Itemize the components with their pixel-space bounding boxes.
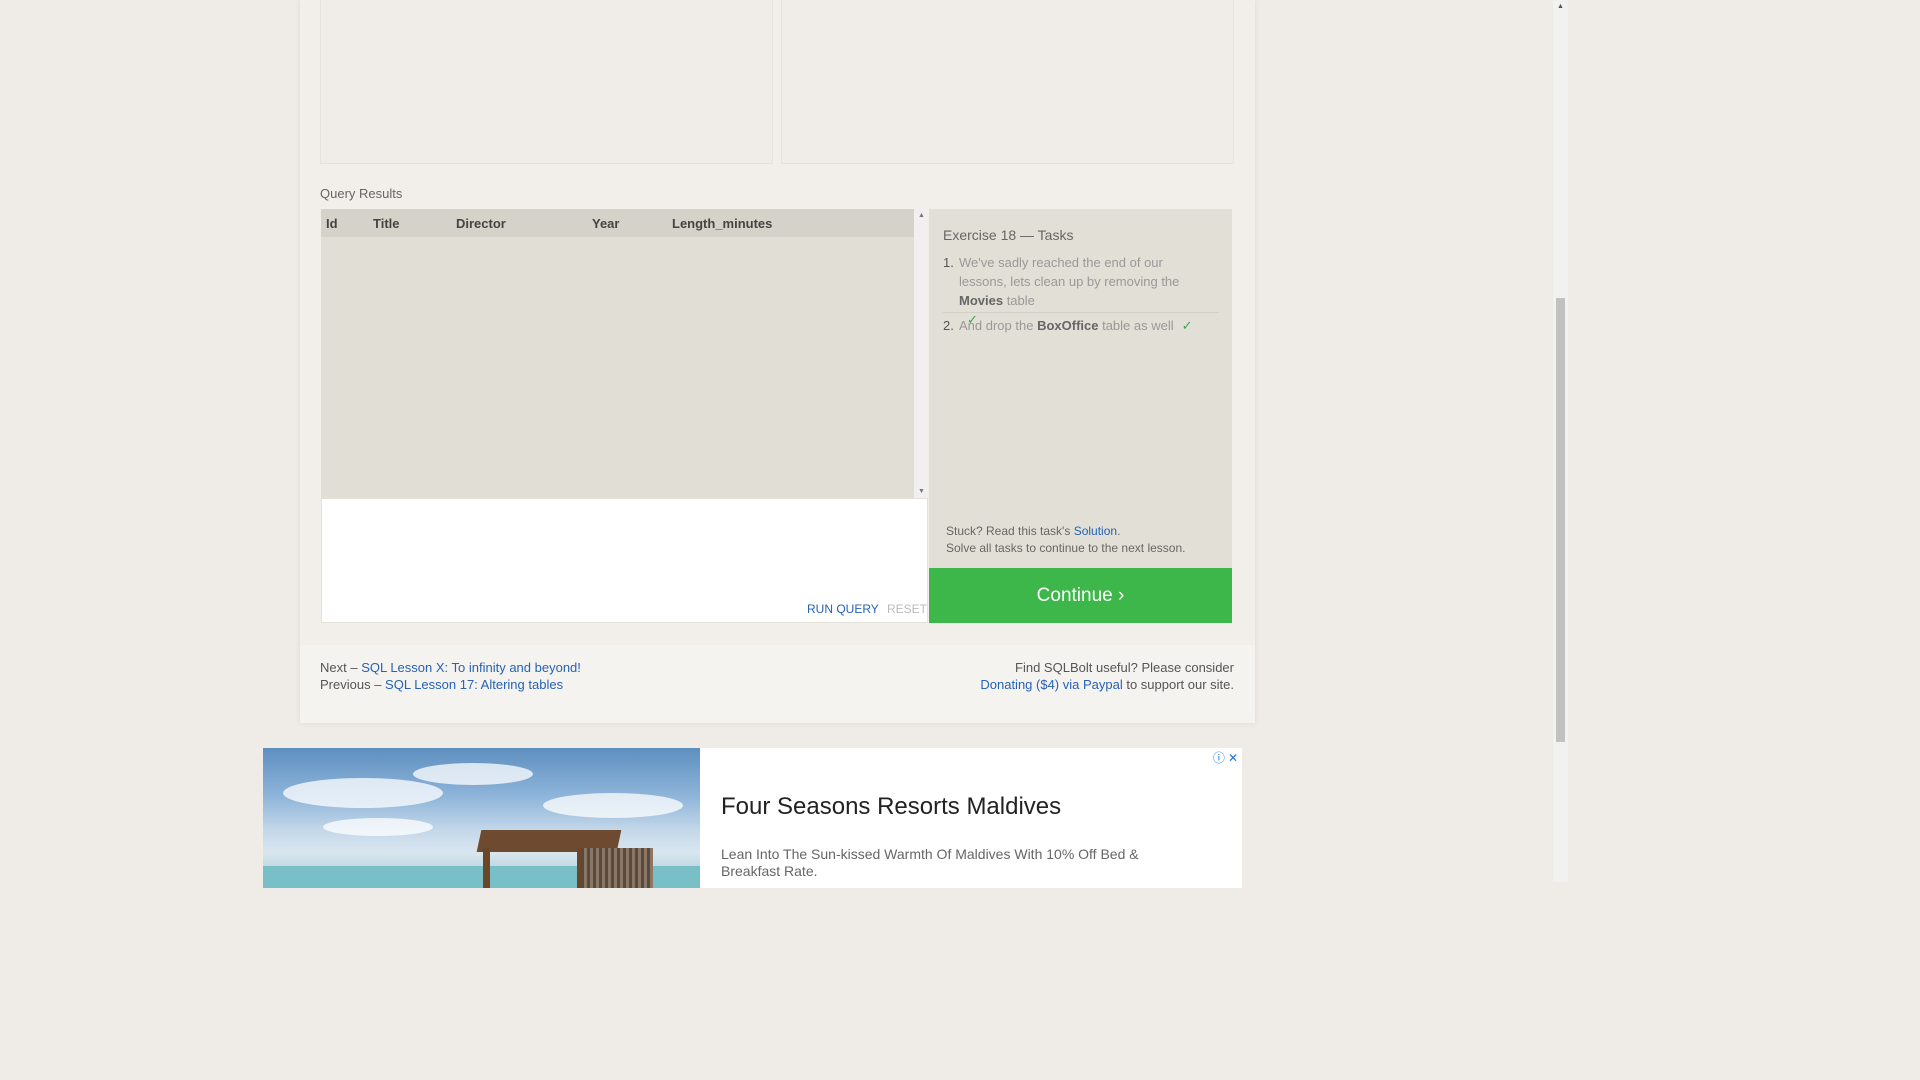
scroll-down-icon[interactable]: ▼ — [918, 488, 925, 495]
lesson-footer: Next – SQL Lesson X: To infinity and bey… — [300, 645, 1255, 723]
next-prefix: Next – — [320, 660, 362, 675]
task-text-suffix: table — [1003, 293, 1035, 308]
column-header-id: Id — [326, 216, 338, 231]
stuck-text: Stuck? Read this task's — [946, 524, 1074, 538]
ad-description[interactable]: Lean Into The Sun-kissed Warmth Of Maldi… — [721, 846, 1181, 880]
lesson-navigation: Next – SQL Lesson X: To infinity and bey… — [320, 659, 581, 693]
task-item-2: 2. And drop the BoxOffice table as well ✓ — [943, 316, 1213, 335]
donation-note: Find SQLBolt useful? Please consider Don… — [980, 659, 1234, 693]
task-number: 1. — [943, 255, 954, 270]
column-header-director: Director — [456, 216, 506, 231]
donate-suffix: to support our site. — [1122, 677, 1234, 692]
donate-link[interactable]: Donating ($4) via Paypal — [980, 677, 1122, 692]
stuck-hint: Stuck? Read this task's Solution. Solve … — [946, 523, 1185, 557]
continue-button[interactable]: Continue › — [929, 568, 1232, 623]
task-table-name: BoxOffice — [1037, 318, 1099, 333]
schema-table-pane-right — [781, 0, 1234, 164]
sql-editor[interactable]: RUN QUERY RESET — [321, 498, 928, 623]
page-scrollbar[interactable]: ▲ — [1553, 0, 1568, 882]
lesson-card: Query Results Id Title Director Year Len… — [300, 0, 1255, 723]
task-table-name: Movies — [959, 293, 1004, 308]
page-scroll-up-icon[interactable]: ▲ — [1557, 3, 1564, 10]
advertisement[interactable]: Four Seasons Resorts Maldives Lean Into … — [263, 748, 1242, 888]
info-icon[interactable]: ⓘ — [1213, 751, 1225, 765]
tasks-title: Exercise 18 — Tasks — [943, 227, 1074, 243]
ad-title[interactable]: Four Seasons Resorts Maldives — [721, 793, 1061, 821]
task-text: And drop the — [959, 318, 1038, 333]
solve-all-text: Solve all tasks to continue to the next … — [946, 541, 1186, 555]
ad-image[interactable] — [263, 748, 700, 888]
previous-lesson-link[interactable]: SQL Lesson 17: Altering tables — [385, 677, 563, 692]
ad-controls: ⓘ ✕ — [1210, 749, 1238, 766]
previous-prefix: Previous – — [320, 677, 386, 692]
page-scroll-thumb[interactable] — [1556, 298, 1565, 742]
solution-link[interactable]: Solution — [1074, 524, 1117, 538]
column-header-title: Title — [373, 216, 400, 231]
task-text: We've sadly reached the end of our lesso… — [959, 255, 1180, 289]
close-icon[interactable]: ✕ — [1228, 751, 1238, 765]
useful-text: Find SQLBolt useful? Please consider — [1015, 660, 1234, 675]
reset-button[interactable]: RESET — [887, 602, 927, 616]
task-number: 2. — [943, 318, 954, 333]
column-header-year: Year — [592, 216, 620, 231]
run-query-button[interactable]: RUN QUERY — [807, 602, 879, 616]
task-text-suffix: table as well — [1098, 318, 1174, 333]
results-scrollbar[interactable]: ▲ ▼ — [914, 209, 928, 498]
check-icon: ✓ — [1181, 318, 1193, 333]
query-results-label: Query Results — [320, 186, 403, 201]
column-header-length: Length_minutes — [672, 216, 773, 231]
stuck-period: . — [1117, 524, 1121, 538]
query-results-table: Id Title Director Year Length_minutes — [321, 209, 914, 498]
next-lesson-link[interactable]: SQL Lesson X: To infinity and beyond! — [361, 660, 581, 675]
results-header-row: Id Title Director Year Length_minutes — [321, 209, 914, 237]
tasks-panel: Exercise 18 — Tasks 1. We've sadly reach… — [929, 209, 1232, 568]
schema-table-pane-left — [320, 0, 773, 164]
task-divider — [943, 312, 1219, 313]
scroll-up-icon[interactable]: ▲ — [918, 212, 925, 219]
